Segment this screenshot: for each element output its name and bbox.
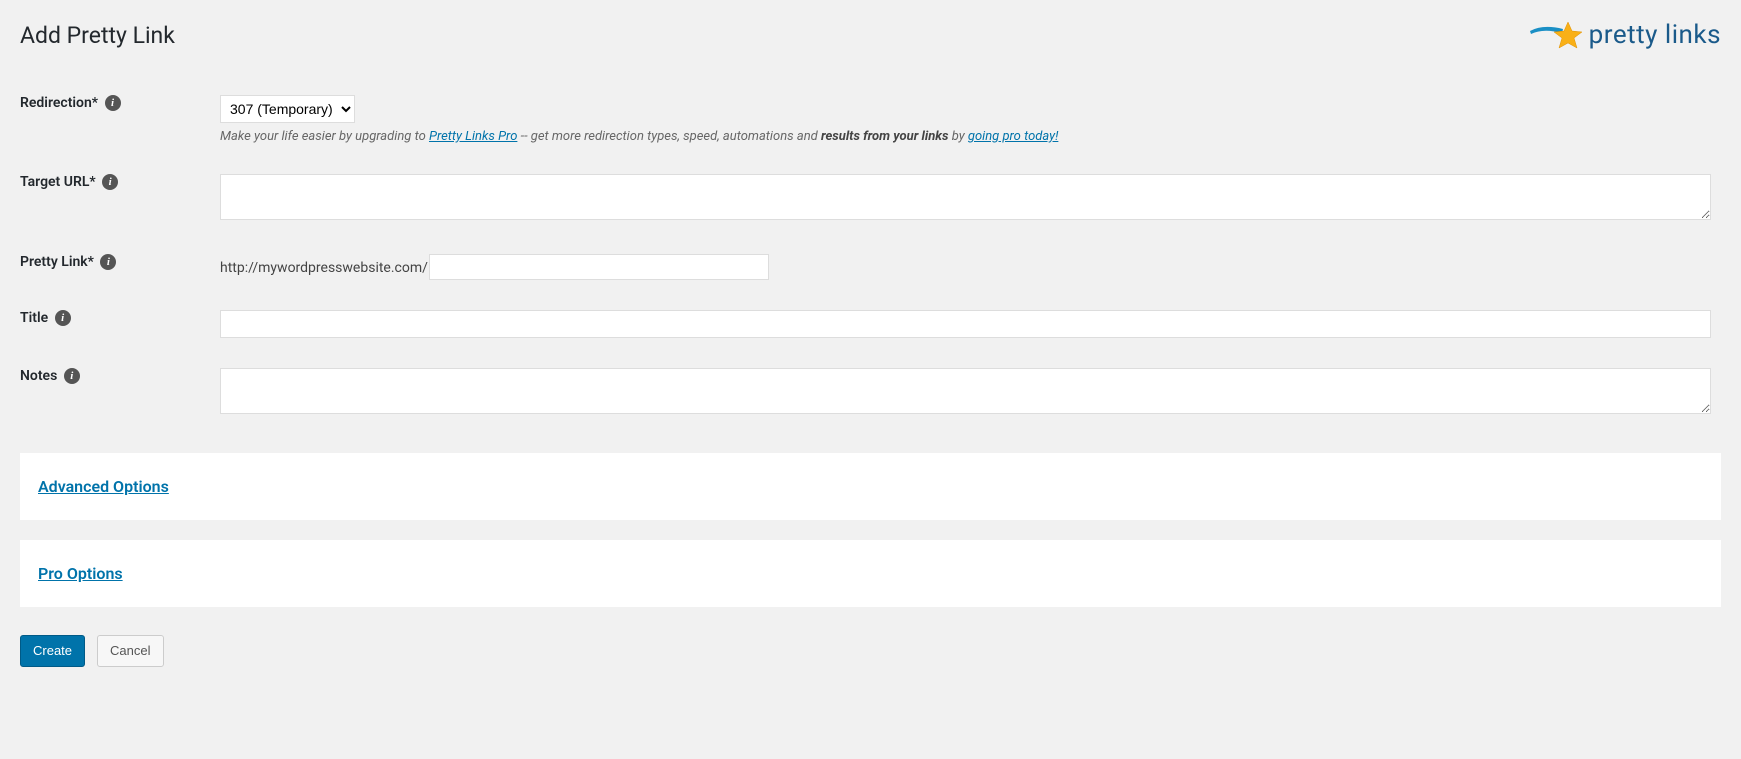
pro-options-panel: Pro Options bbox=[20, 540, 1721, 607]
info-icon[interactable]: i bbox=[105, 95, 121, 111]
target-url-label: Target URL* bbox=[20, 174, 96, 190]
brand-logo-text: pretty links bbox=[1589, 20, 1721, 50]
advanced-options-panel: Advanced Options bbox=[20, 453, 1721, 520]
pretty-links-pro-link[interactable]: Pretty Links Pro bbox=[429, 129, 517, 144]
cancel-button[interactable]: Cancel bbox=[97, 635, 163, 667]
redirection-select[interactable]: 307 (Temporary) bbox=[220, 95, 355, 123]
pretty-link-slug-input[interactable] bbox=[429, 254, 769, 280]
notes-input[interactable] bbox=[220, 368, 1711, 414]
url-prefix: http://mywordpresswebsite.com/ bbox=[220, 260, 428, 276]
brand-logo: pretty links bbox=[1529, 20, 1721, 50]
info-icon[interactable]: i bbox=[100, 254, 116, 270]
info-icon[interactable]: i bbox=[102, 174, 118, 190]
page-title: Add Pretty Link bbox=[20, 22, 175, 49]
title-label: Title bbox=[20, 310, 48, 326]
create-button[interactable]: Create bbox=[20, 635, 85, 667]
info-icon[interactable]: i bbox=[55, 310, 71, 326]
notes-label: Notes bbox=[20, 368, 57, 384]
redirection-upgrade-text: Make your life easier by upgrading to Pr… bbox=[220, 129, 1711, 144]
title-input[interactable] bbox=[220, 310, 1711, 338]
info-icon[interactable]: i bbox=[64, 368, 80, 384]
advanced-options-toggle[interactable]: Advanced Options bbox=[38, 477, 169, 496]
pretty-link-label: Pretty Link* bbox=[20, 254, 94, 270]
pro-options-toggle[interactable]: Pro Options bbox=[38, 564, 123, 583]
star-swoosh-icon bbox=[1529, 21, 1583, 49]
redirection-label: Redirection* bbox=[20, 95, 98, 111]
going-pro-link[interactable]: going pro today! bbox=[968, 129, 1058, 144]
target-url-input[interactable] bbox=[220, 174, 1711, 220]
